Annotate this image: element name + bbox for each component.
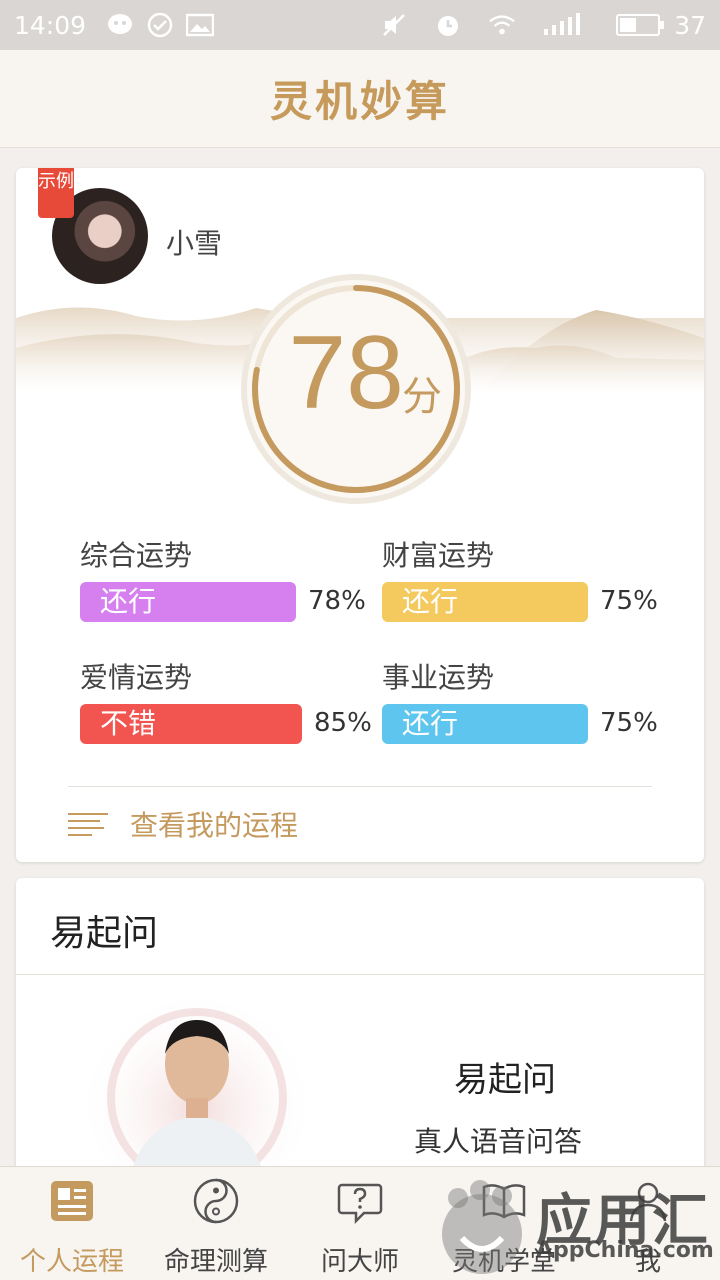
metric-percent-overall: 78% <box>308 586 366 616</box>
fortune-card[interactable]: 示例 小雪 78 分 综合运势 还行 78% 财富运势 还行 75% 爱情运势 <box>16 168 704 862</box>
tab-me[interactable]: 我 <box>576 1167 720 1280</box>
tab-label: 个人运程 <box>19 1247 124 1277</box>
app-header: 灵机妙算 <box>0 50 720 148</box>
check-circle-icon <box>146 11 174 39</box>
metric-status: 还行 <box>402 707 459 740</box>
view-fortune-label: 查看我的运程 <box>130 809 299 842</box>
battery-level: 37 <box>674 10 706 40</box>
tab-academy[interactable]: 灵机学堂 <box>432 1167 576 1280</box>
metric-label-wealth: 财富运势 <box>382 539 495 572</box>
view-fortune-link[interactable]: 查看我的运程 <box>68 804 298 844</box>
metric-status: 不错 <box>100 707 157 740</box>
score-unit: 分 <box>402 374 442 420</box>
divider <box>68 786 652 787</box>
metric-label-overall: 综合运势 <box>80 539 193 572</box>
signal-icon <box>542 11 590 39</box>
metric-label-love: 爱情运势 <box>80 661 193 694</box>
yin-yang-icon <box>193 1178 239 1224</box>
image-icon <box>186 11 215 39</box>
tab-label: 灵机学堂 <box>451 1247 556 1277</box>
metric-status: 还行 <box>100 585 157 618</box>
bottom-tab-bar: 个人运程 命理测算 问大师 灵机学堂 我 <box>0 1166 720 1280</box>
alarm-clock-icon <box>434 11 462 39</box>
metric-status: 还行 <box>402 585 459 618</box>
metric-percent-love: 85% <box>314 708 372 738</box>
tab-label: 命理测算 <box>163 1247 268 1277</box>
master-card[interactable]: 易起问 易起问 真人语音问答 <box>16 878 704 1178</box>
master-description: 真人语音问答 <box>414 1125 583 1158</box>
chat-bubble-icon <box>106 11 134 39</box>
tab-label: 我 <box>634 1247 661 1277</box>
status-bar: 14:09 37 <box>0 0 720 50</box>
metric-bar-love: 不错 <box>80 704 302 744</box>
newspaper-icon <box>51 1181 93 1221</box>
user-name: 小雪 <box>166 227 223 260</box>
master-card-title: 易起问 <box>50 913 159 954</box>
divider <box>16 974 704 975</box>
score-value: 78 <box>288 315 404 431</box>
sample-badge: 示例 <box>38 168 74 218</box>
battery-icon <box>616 14 665 36</box>
status-time: 14:09 <box>14 10 87 40</box>
list-lines-icon <box>68 813 108 836</box>
mute-icon <box>380 11 408 39</box>
person-icon <box>629 1182 667 1222</box>
app-title: 灵机妙算 <box>269 77 450 126</box>
metric-label-career: 事业运势 <box>382 661 495 694</box>
tab-fortune-calc[interactable]: 命理测算 <box>144 1167 288 1280</box>
question-chat-icon <box>337 1183 383 1225</box>
metric-percent-wealth: 75% <box>600 586 658 616</box>
master-name: 易起问 <box>454 1060 556 1100</box>
metric-bar-career: 还行 <box>382 704 588 744</box>
tab-label: 问大师 <box>320 1247 399 1277</box>
wifi-icon <box>488 11 516 39</box>
metric-bar-overall: 还行 <box>80 582 296 622</box>
metric-percent-career: 75% <box>600 708 658 738</box>
tab-personal-fortune[interactable]: 个人运程 <box>0 1167 144 1280</box>
master-portrait <box>87 998 307 1178</box>
tab-ask-master[interactable]: 问大师 <box>288 1167 432 1280</box>
book-icon <box>482 1184 526 1219</box>
metric-bar-wealth: 还行 <box>382 582 588 622</box>
